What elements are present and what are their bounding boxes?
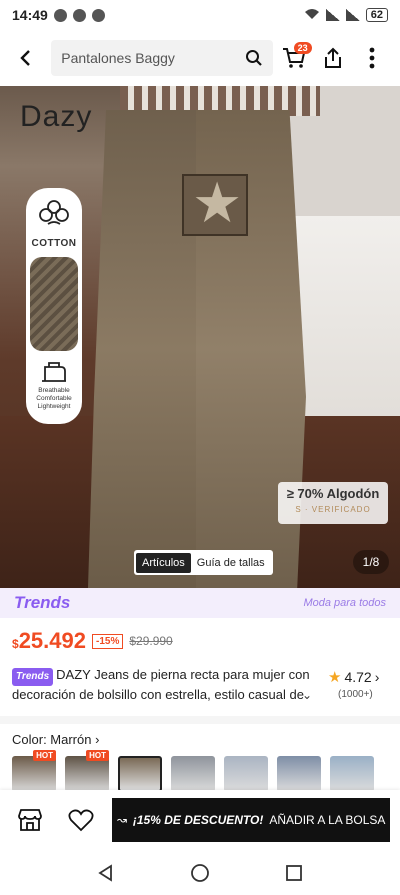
rating-count: (1000+) bbox=[338, 689, 373, 700]
add-to-bag-label: AÑADIR A LA BOLSA bbox=[269, 813, 386, 827]
cotton-icon bbox=[39, 200, 69, 225]
composition-main: ≥ 70% Algodón bbox=[286, 486, 380, 501]
wishlist-button[interactable] bbox=[61, 800, 100, 840]
signal-icon bbox=[325, 9, 340, 21]
back-button[interactable] bbox=[10, 42, 41, 74]
color-thumb[interactable] bbox=[330, 756, 374, 792]
vpn-icon bbox=[72, 8, 86, 22]
product-title-text: DAZY Jeans de pierna recta para mujer co… bbox=[12, 667, 310, 702]
home-nav-icon[interactable] bbox=[190, 863, 210, 883]
color-thumbnails: HOT HOT bbox=[12, 750, 374, 792]
color-label: Color: Marrón bbox=[12, 732, 92, 747]
recents-nav-icon[interactable] bbox=[285, 864, 303, 882]
color-selector-label[interactable]: Color: Marrón › bbox=[12, 732, 99, 747]
color-thumb[interactable]: HOT bbox=[65, 750, 109, 792]
composition-verified: S · VERIFICADO bbox=[295, 505, 371, 514]
search-input[interactable]: Pantalones Baggy bbox=[51, 40, 273, 76]
current-price-value: 25.492 bbox=[18, 628, 86, 653]
search-placeholder: Pantalones Baggy bbox=[61, 50, 175, 66]
feature-card: COTTON Breathable Comfortable Lightweigh… bbox=[26, 188, 82, 424]
more-vertical-icon bbox=[370, 47, 375, 69]
cart-button[interactable]: 23 bbox=[277, 40, 312, 76]
tab-guia-tallas[interactable]: Guía de tallas bbox=[191, 553, 271, 573]
original-price: $29.990 bbox=[129, 634, 173, 648]
add-to-bag-button[interactable]: ↝ ¡15% DE DESCUENTO! AÑADIR A LA BOLSA bbox=[112, 798, 391, 842]
price-row: $25.492 -15% $29.990 bbox=[12, 628, 173, 654]
chevron-right-icon: › bbox=[95, 732, 100, 747]
color-thumb[interactable] bbox=[118, 756, 162, 792]
color-thumb[interactable] bbox=[277, 756, 321, 792]
cotton-label: COTTON bbox=[31, 238, 77, 249]
hot-badge: HOT bbox=[33, 750, 56, 761]
section-divider bbox=[0, 716, 400, 724]
promo-label: ¡15% DE DESCUENTO! bbox=[132, 813, 264, 827]
star-pocket bbox=[182, 170, 248, 236]
battery-indicator: 62 bbox=[365, 8, 388, 22]
more-options-button[interactable] bbox=[355, 40, 390, 76]
trends-logo: Trends bbox=[14, 593, 71, 612]
trends-banner[interactable]: Trends Moda para todos bbox=[0, 588, 400, 618]
color-thumb[interactable] bbox=[224, 756, 268, 792]
promo-icon: ↝ bbox=[116, 813, 127, 827]
discount-badge: -15% bbox=[91, 633, 124, 649]
image-counter: 1/8 bbox=[353, 550, 389, 574]
back-arrow-icon bbox=[19, 50, 30, 66]
status-bar: 14:49 62 bbox=[0, 0, 400, 30]
chevron-right-icon: › bbox=[374, 669, 380, 685]
fabric-swatch bbox=[30, 257, 78, 351]
current-price: $25.492 bbox=[12, 628, 86, 654]
search-icon bbox=[245, 50, 262, 66]
rating-block[interactable]: ★ 4.72 › (1000+) bbox=[328, 668, 388, 700]
composition-badge: ≥ 70% Algodón S · VERIFICADO bbox=[278, 482, 388, 524]
wifi-icon bbox=[304, 8, 320, 23]
store-icon bbox=[17, 809, 42, 831]
whatsapp-icon bbox=[91, 8, 105, 22]
feature-text: Breathable Comfortable Lightweight bbox=[36, 387, 72, 410]
trends-tag: Trends bbox=[12, 668, 54, 686]
color-thumb[interactable]: HOT bbox=[12, 750, 56, 792]
signal-icon-2 bbox=[345, 9, 360, 21]
share-button[interactable] bbox=[316, 40, 351, 76]
rating-value: 4.72 bbox=[344, 669, 372, 685]
product-title[interactable]: Trends DAZY Jeans de pierna recta para mu… bbox=[12, 666, 324, 702]
system-navigation-bar bbox=[0, 850, 400, 895]
cart-count-badge: 23 bbox=[293, 42, 312, 54]
status-time: 14:49 bbox=[12, 7, 48, 23]
chevron-down-icon[interactable]: ⌄ bbox=[302, 688, 312, 702]
store-button[interactable] bbox=[10, 800, 49, 840]
trends-tagline: Moda para todos bbox=[303, 597, 386, 609]
heart-icon bbox=[68, 809, 94, 832]
image-tabs: Artículos Guía de tallas bbox=[134, 550, 273, 575]
color-thumb[interactable] bbox=[171, 756, 215, 792]
currency-symbol: $ bbox=[12, 637, 19, 651]
eye-icon bbox=[53, 8, 67, 22]
bottom-action-bar: ↝ ¡15% DE DESCUENTO! AÑADIR A LA BOLSA bbox=[0, 790, 400, 850]
hot-badge: HOT bbox=[86, 750, 109, 761]
tab-articulos[interactable]: Artículos bbox=[136, 552, 191, 573]
star-icon: ★ bbox=[328, 669, 342, 686]
brand-logo: Dazy bbox=[20, 100, 93, 133]
share-icon bbox=[325, 47, 342, 68]
top-bar: Pantalones Baggy 23 bbox=[0, 30, 400, 86]
sewing-machine-icon bbox=[42, 362, 66, 382]
back-nav-icon[interactable] bbox=[97, 863, 115, 882]
